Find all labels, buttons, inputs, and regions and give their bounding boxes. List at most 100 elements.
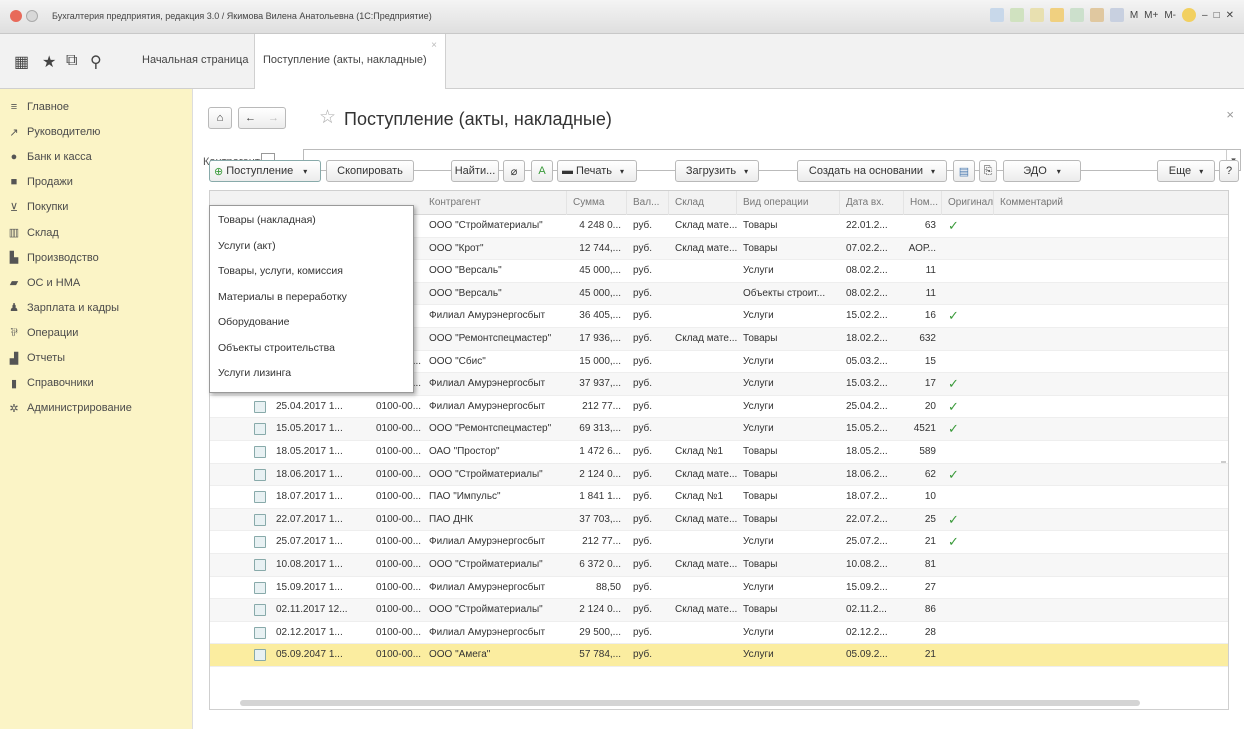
menu-item[interactable]: Услуги (акт) (218, 240, 276, 252)
memory-m[interactable]: M (1130, 10, 1138, 21)
report-icon[interactable]: ▤ (953, 160, 975, 182)
apps-grid-icon[interactable]: ▦ (14, 52, 29, 72)
table-cell-store: Склад мате... (675, 559, 737, 570)
table-row[interactable]: 02.11.2017 12... 0100-00... ООО "Строймате… (210, 599, 1228, 622)
table-row[interactable]: 25.07.2017 1... 0100-00... Филиал Амурэнер… (210, 531, 1228, 554)
close-form-icon[interactable]: × (1226, 107, 1234, 122)
column-header[interactable]: Контрагент (423, 191, 567, 215)
tool-icon-5[interactable] (1069, 8, 1084, 22)
postuplenie-button[interactable]: ⊕ Поступление ▾ (209, 160, 321, 182)
sidebar-item[interactable]: ↗ Руководителю (8, 124, 100, 140)
table-cell-store: Склад мате... (675, 333, 737, 344)
sidebar-item[interactable]: ▮ Справочники (8, 375, 94, 391)
table-row-selected[interactable]: 05.09.2047 1... 0100-00... ООО "Амега" 57 7… (210, 644, 1228, 667)
menu-item[interactable]: Объекты строительства (218, 342, 335, 354)
column-header[interactable]: Комментарий (994, 191, 1228, 215)
sidebar-item[interactable]: ● Банк и касса (8, 149, 92, 165)
column-header[interactable]: Вал... (627, 191, 669, 215)
tab-postuplenie[interactable]: Поступление (акты, накладные) × (254, 34, 446, 89)
edo-button[interactable]: ЭДО ▾ (1003, 160, 1081, 182)
menu-item[interactable]: Услуги лизинга (218, 367, 291, 379)
favorites-tool-icon[interactable] (1049, 8, 1064, 22)
sidebar-item[interactable]: ▟ Отчеты (8, 350, 65, 366)
sidebar-item[interactable]: ▰ ОС и НМА (8, 275, 80, 291)
table-row[interactable]: 25.04.2017 1... 0100-00... Филиал Амурэнер… (210, 396, 1228, 419)
table-cell-orig: ✓ (948, 466, 959, 482)
chevron-down-icon: ▾ (744, 166, 749, 176)
load-button[interactable]: Загрузить ▾ (675, 160, 759, 182)
sidebar-item[interactable]: ■ Продажи (8, 174, 73, 190)
sidebar-item-label: Отчеты (27, 352, 66, 364)
print-button[interactable]: ▬ Печать ▾ (557, 160, 637, 182)
menu-item[interactable]: Материалы в переработку (218, 291, 347, 303)
sidebar-item[interactable]: ⅌ Операции (8, 325, 78, 341)
sidebar: ≡ Главное ↗ Руководителю ● Банк и касса ■ Прода… (0, 89, 193, 729)
sidebar-item[interactable]: ≡ Главное (8, 99, 69, 115)
back-arrow-icon[interactable]: ← (245, 112, 256, 124)
table-row[interactable]: 18.05.2017 1... 0100-00... ОАО "Простор" 1 … (210, 441, 1228, 464)
table-row[interactable]: 18.06.2017 1... 0100-00... ООО "Стройматер… (210, 463, 1228, 487)
window-titlebar: Бухгалтерия предприятия, редакция 3.0 / … (0, 0, 1244, 34)
tool-icon-1[interactable] (989, 8, 1004, 22)
table-row[interactable]: 02.12.2017 1... 0100-00... Филиал Амурэнер… (210, 622, 1228, 645)
find-button[interactable]: Найти... (451, 160, 499, 182)
horizontal-scrollbar[interactable] (240, 700, 1140, 706)
home-button[interactable]: ⌂ (208, 107, 232, 129)
top-navbar: ▦ ★ ⧉ ⚲ Начальная страница Поступление (… (0, 34, 1244, 89)
table-cell-cur: руб. (633, 649, 653, 661)
column-header[interactable]: Оригинал (942, 191, 994, 215)
calc-tool-icon[interactable] (1109, 8, 1124, 22)
sidebar-item[interactable]: ✲ Администрирование (8, 400, 132, 416)
column-header[interactable]: Сумма (567, 191, 627, 215)
sidebar-item[interactable]: ⊻ Покупки (8, 199, 68, 215)
forward-arrow-icon[interactable]: → (268, 112, 279, 124)
sidebar-item[interactable]: ▙ Производство (8, 250, 99, 266)
table-cell-contr: Филиал Амурэнергосбыт (429, 310, 546, 322)
menu-item[interactable]: Товары (накладная) (218, 214, 316, 226)
memory-mminus[interactable]: M- (1164, 10, 1176, 21)
table-cell-contr: ООО "Стройматериалы" (429, 468, 543, 480)
maximize-button[interactable]: □ (1214, 10, 1220, 21)
table-cell-contr: Филиал Амурэнергосбыт (429, 626, 546, 638)
table-row[interactable]: 22.07.2017 1... 0100-00... ПАО ДНК 37 703,.… (210, 508, 1228, 532)
title-tools: M M+ M- – □ ✕ (989, 8, 1234, 22)
table-row[interactable]: 10.08.2017 1... 0100-00... ООО "Стройматер… (210, 554, 1228, 577)
tool-icon-3[interactable] (1029, 8, 1044, 22)
more-button[interactable]: Еще ▾ (1157, 160, 1215, 182)
close-window-button[interactable]: ✕ (1226, 10, 1234, 21)
cancel-search-icon[interactable]: ⌀ (503, 160, 525, 182)
column-header[interactable]: Вид операции (737, 191, 840, 215)
post-document-icon[interactable]: A (531, 160, 553, 182)
favorites-star-icon[interactable]: ★ (42, 52, 56, 72)
attach-icon[interactable]: ⎘ (979, 160, 997, 182)
help-button[interactable]: ? (1219, 160, 1239, 182)
factory-icon: ▙ (9, 252, 19, 265)
table-cell-cur: руб. (633, 468, 653, 480)
menu-circle-icon[interactable] (26, 10, 38, 22)
tab-close-icon[interactable]: × (431, 40, 437, 51)
column-header[interactable]: Дата вх. (840, 191, 904, 215)
table-cell-date: 05.09.2047 1... (276, 649, 343, 661)
info-icon[interactable] (1182, 8, 1196, 22)
search-icon[interactable]: ⚲ (90, 52, 102, 72)
table-row[interactable]: 15.09.2017 1... 0100-00... Филиал Амурэнер… (210, 577, 1228, 600)
menu-item[interactable]: Товары, услуги, комиссия (218, 265, 343, 277)
tab-home[interactable]: Начальная страница (142, 54, 248, 66)
memory-mplus[interactable]: M+ (1144, 10, 1158, 21)
table-row[interactable]: 15.05.2017 1... 0100-00... ООО "Ремонтспец… (210, 418, 1228, 441)
column-header[interactable]: Ном... (904, 191, 942, 215)
sidebar-item[interactable]: ▥ Склад (8, 225, 59, 241)
menu-item[interactable]: Оборудование (218, 316, 289, 328)
column-header[interactable]: Склад (669, 191, 737, 215)
history-icon[interactable]: ⧉ (66, 52, 77, 70)
copy-button[interactable]: Скопировать (326, 160, 414, 182)
counterparty-input[interactable]: ▾ (303, 149, 1241, 171)
create-based-button[interactable]: Создать на основании ▾ (797, 160, 947, 182)
favorite-star-icon[interactable]: ☆ (319, 106, 336, 129)
table-row[interactable]: 18.07.2017 1... 0100-00... ПАО "Импульс" 1 … (210, 486, 1228, 509)
table-cell-sum: 37 937,... (579, 378, 621, 390)
calendar-tool-icon[interactable] (1089, 8, 1104, 22)
tool-icon-2[interactable] (1009, 8, 1024, 22)
sidebar-item[interactable]: ♟ Зарплата и кадры (8, 300, 119, 316)
minimize-button[interactable]: – (1202, 10, 1208, 21)
